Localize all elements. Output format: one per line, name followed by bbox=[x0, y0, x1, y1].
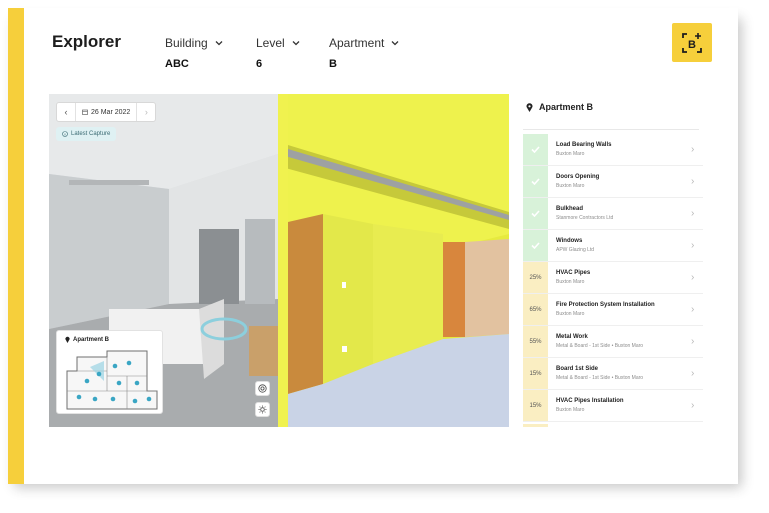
task-text: Doors Opening Buxton Maro bbox=[548, 174, 691, 189]
task-text: Metal Work Metal & Board - 1st Side • Bux… bbox=[548, 334, 691, 349]
panel-divider bbox=[523, 129, 699, 130]
task-contractor: APW Glazing Ltd bbox=[556, 247, 595, 253]
bim-model-image bbox=[278, 94, 509, 427]
level-filter[interactable]: Level 6 bbox=[256, 36, 301, 70]
task-contractor: Metal & Board - 1st Side • Buxton Maro bbox=[556, 343, 644, 349]
task-name: HVAC Pipes bbox=[556, 270, 591, 276]
chevron-right-icon[interactable]: › bbox=[691, 368, 703, 379]
chevron-right-icon[interactable]: › bbox=[691, 304, 703, 315]
info-icon bbox=[62, 131, 68, 137]
chevron-right-icon[interactable]: › bbox=[691, 208, 703, 219]
brand-logo-icon: B bbox=[682, 32, 702, 53]
task-contractor: Buxton Maro bbox=[556, 279, 585, 285]
progress-badge: 25% bbox=[523, 262, 548, 293]
chevron-down-icon bbox=[391, 41, 399, 46]
page-title: Explorer bbox=[52, 32, 121, 51]
latest-capture-badge: Latest Capture bbox=[56, 127, 117, 141]
calendar-icon bbox=[82, 109, 88, 115]
brand-logo-text: B bbox=[688, 39, 696, 51]
task-row[interactable]: 65% Fire Protection System Installation Bu… bbox=[523, 294, 703, 326]
building-filter[interactable]: Building ABC bbox=[165, 36, 224, 70]
check-icon bbox=[523, 166, 548, 197]
progress-badge: 15% bbox=[523, 358, 548, 389]
screen: Explorer Building ABC Level 6 Apartment … bbox=[0, 0, 769, 513]
task-text: HVAC Pipes Buxton Maro bbox=[548, 270, 691, 285]
capture-date-label: 26 Mar 2022 bbox=[91, 108, 131, 116]
brand-logo-button[interactable]: B bbox=[672, 23, 712, 62]
task-text: HVAC Pipes Installation Buxton Maro bbox=[548, 398, 691, 413]
apartment-filter[interactable]: Apartment B bbox=[329, 36, 400, 70]
task-contractor: Buxton Maro bbox=[556, 407, 585, 413]
task-row[interactable]: 55% Metal Work Metal & Board - 1st Side • … bbox=[523, 326, 703, 358]
location-pin-icon bbox=[526, 102, 533, 112]
task-row[interactable]: 15% Board 1st Side Metal & Board - 1st Sid… bbox=[523, 358, 703, 390]
floor-plan-minimap[interactable]: Apartment B bbox=[56, 330, 163, 414]
task-name: HVAC Pipes Installation bbox=[556, 398, 624, 404]
check-icon bbox=[523, 198, 548, 229]
task-name: Fire Protection System Installation bbox=[556, 302, 655, 308]
target-view-button[interactable] bbox=[255, 381, 270, 396]
task-name: Metal Work bbox=[556, 334, 588, 340]
check-icon bbox=[523, 230, 548, 261]
task-text: Board 1st Side Metal & Board - 1st Side •… bbox=[548, 366, 691, 381]
list-scroll-indicator bbox=[523, 424, 548, 427]
task-text: Fire Protection System Installation Buxto… bbox=[548, 302, 691, 317]
level-filter-value: 6 bbox=[256, 58, 263, 70]
panel-header: Apartment B bbox=[526, 102, 593, 112]
progress-badge: 65% bbox=[523, 294, 548, 325]
apartment-filter-value: B bbox=[329, 58, 337, 70]
split-viewer[interactable]: ‹ 26 Mar 2022 › Latest Capture Apartment… bbox=[49, 94, 509, 427]
task-row[interactable]: 25% HVAC Pipes Buxton Maro › bbox=[523, 262, 703, 294]
bim-model-pane[interactable] bbox=[278, 94, 509, 427]
chevron-right-icon[interactable]: › bbox=[691, 272, 703, 283]
chevron-right-icon[interactable]: › bbox=[691, 176, 703, 187]
task-text: Bulkhead Stanmore Contractors Ltd bbox=[548, 206, 691, 221]
previous-date-button[interactable]: ‹ bbox=[57, 103, 75, 121]
task-text: Windows APW Glazing Ltd bbox=[548, 238, 691, 253]
building-filter-value: ABC bbox=[165, 58, 189, 70]
task-contractor: Buxton Maro bbox=[556, 151, 585, 157]
capture-date: 26 Mar 2022 bbox=[75, 103, 138, 121]
progress-badge: 55% bbox=[523, 326, 548, 357]
task-name: Doors Opening bbox=[556, 174, 600, 180]
task-name: Bulkhead bbox=[556, 206, 584, 212]
check-icon bbox=[523, 134, 548, 165]
next-date-button[interactable]: › bbox=[137, 103, 155, 121]
chevron-right-icon[interactable]: › bbox=[691, 400, 703, 411]
building-filter-label: Building bbox=[165, 36, 208, 50]
task-row[interactable]: Windows APW Glazing Ltd › bbox=[523, 230, 703, 262]
chevron-right-icon[interactable]: › bbox=[691, 144, 703, 155]
task-name: Load Bearing Walls bbox=[556, 142, 612, 148]
app-card: Explorer Building ABC Level 6 Apartment … bbox=[8, 8, 738, 484]
task-contractor: Stanmore Contractors Ltd bbox=[556, 215, 614, 221]
brightness-button[interactable] bbox=[255, 402, 270, 417]
progress-badge: 15% bbox=[523, 390, 548, 421]
task-list: Load Bearing Walls Buxton Maro › Doors Open… bbox=[523, 134, 703, 427]
sun-icon bbox=[258, 405, 267, 414]
task-row[interactable]: Load Bearing Walls Buxton Maro › bbox=[523, 134, 703, 166]
level-filter-label: Level bbox=[256, 36, 285, 50]
task-text: Load Bearing Walls Buxton Maro bbox=[548, 142, 691, 157]
apartment-filter-label: Apartment bbox=[329, 36, 385, 50]
task-row[interactable]: Bulkhead Stanmore Contractors Ltd › bbox=[523, 198, 703, 230]
task-contractor: Buxton Maro bbox=[556, 183, 585, 189]
target-icon bbox=[258, 384, 267, 393]
task-contractor: Metal & Board - 1st Side • Buxton Maro bbox=[556, 375, 644, 381]
chevron-down-icon bbox=[215, 41, 223, 46]
task-row[interactable]: 15% HVAC Pipes Installation Buxton Maro › bbox=[523, 390, 703, 422]
panel-title: Apartment B bbox=[539, 102, 594, 112]
chevron-down-icon bbox=[292, 41, 300, 46]
floor-plan-image bbox=[66, 350, 158, 410]
capture-date-picker[interactable]: ‹ 26 Mar 2022 › bbox=[56, 102, 157, 122]
task-row[interactable]: Doors Opening Buxton Maro › bbox=[523, 166, 703, 198]
latest-capture-label: Latest Capture bbox=[71, 131, 111, 137]
task-name: Windows bbox=[556, 238, 583, 244]
chevron-right-icon[interactable]: › bbox=[691, 336, 703, 347]
accent-bar bbox=[8, 8, 24, 484]
task-name: Board 1st Side bbox=[556, 366, 599, 372]
task-contractor: Buxton Maro bbox=[556, 311, 585, 317]
site-photo-pane[interactable]: ‹ 26 Mar 2022 › Latest Capture Apartment… bbox=[49, 94, 278, 427]
chevron-right-icon[interactable]: › bbox=[691, 240, 703, 251]
